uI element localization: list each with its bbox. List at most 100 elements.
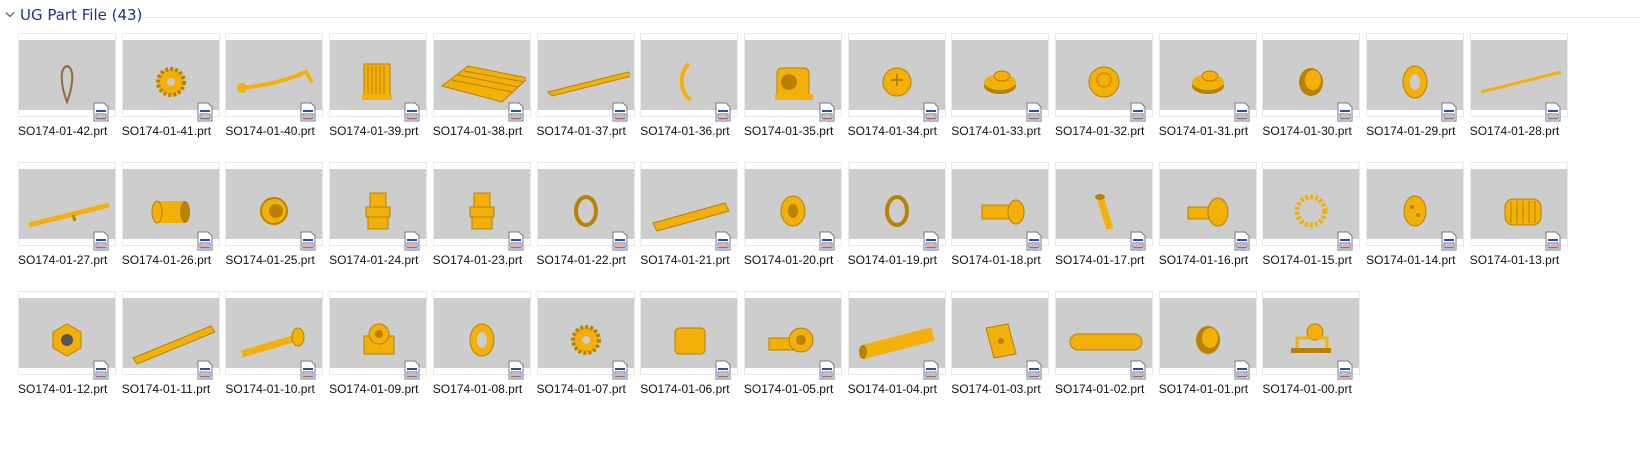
file-item[interactable]: SO174-01-00.prt <box>1262 292 1362 412</box>
ug-file-icon <box>612 231 627 251</box>
ug-file-icon <box>1026 231 1042 251</box>
file-item[interactable]: SO174-01-33.prt <box>951 34 1051 154</box>
file-name: SO174-01-26.prt <box>121 253 212 267</box>
file-item[interactable]: SO174-01-29.prt <box>1366 34 1466 154</box>
part-preview <box>1470 40 1567 110</box>
file-item[interactable]: SO174-01-23.prt <box>433 163 533 283</box>
ug-file-icon <box>923 231 939 251</box>
part-preview <box>1159 169 1256 239</box>
file-name: SO174-01-23.prt <box>432 253 523 267</box>
file-thumbnail <box>330 34 427 122</box>
file-item[interactable]: SO174-01-01.prt <box>1159 292 1259 412</box>
ug-file-icon <box>1234 360 1250 380</box>
ug-file-icon <box>1441 231 1457 251</box>
file-item[interactable]: SO174-01-15.prt <box>1262 163 1362 283</box>
file-name: SO174-01-22.prt <box>536 253 626 267</box>
file-item[interactable]: SO174-01-13.prt <box>1470 163 1570 283</box>
part-preview <box>744 298 841 368</box>
file-name: SO174-01-25.prt <box>225 253 315 267</box>
file-name: SO174-01-36.prt <box>640 124 730 138</box>
ug-file-icon <box>612 102 627 122</box>
file-item[interactable]: SO174-01-28.prt <box>1470 34 1570 154</box>
file-item[interactable]: SO174-01-11.prt <box>122 292 222 412</box>
file-item[interactable]: SO174-01-05.prt <box>744 292 844 412</box>
file-name: SO174-01-08.prt <box>432 382 523 396</box>
part-preview <box>744 40 841 110</box>
file-item[interactable]: SO174-01-36.prt <box>640 34 740 154</box>
part-preview <box>744 169 841 239</box>
ug-file-icon <box>1441 102 1457 122</box>
part-preview <box>952 298 1049 368</box>
file-item[interactable]: SO174-01-22.prt <box>537 163 637 283</box>
part-preview <box>19 40 115 110</box>
part-preview <box>537 40 634 110</box>
file-item[interactable]: SO174-01-16.prt <box>1159 163 1259 283</box>
part-preview <box>641 169 738 239</box>
file-item[interactable]: SO174-01-40.prt <box>225 34 325 154</box>
file-name: SO174-01-03.prt <box>951 382 1041 396</box>
file-item[interactable]: SO174-01-19.prt <box>848 163 948 283</box>
file-item[interactable]: SO174-01-10.prt <box>225 292 325 412</box>
file-name: SO174-01-00.prt <box>1262 382 1352 396</box>
ug-file-icon <box>508 231 524 251</box>
part-preview <box>433 169 530 239</box>
file-item[interactable]: SO174-01-34.prt <box>848 34 948 154</box>
file-item[interactable]: SO174-01-41.prt <box>122 34 222 154</box>
file-thumbnail <box>952 163 1049 251</box>
part-preview <box>1367 40 1464 110</box>
file-item[interactable]: SO174-01-26.prt <box>122 163 222 283</box>
part-preview <box>226 169 323 239</box>
file-item[interactable]: SO174-01-17.prt <box>1055 163 1155 283</box>
file-thumbnail <box>1367 34 1464 122</box>
file-item[interactable]: SO174-01-27.prt <box>18 163 118 283</box>
file-name: SO174-01-30.prt <box>1262 124 1352 138</box>
file-item[interactable]: SO174-01-06.prt <box>640 292 740 412</box>
ug-file-icon <box>508 360 524 380</box>
file-item[interactable]: SO174-01-04.prt <box>848 292 948 412</box>
file-name: SO174-01-06.prt <box>640 382 730 396</box>
file-item[interactable]: SO174-01-38.prt <box>433 34 533 154</box>
file-item[interactable]: SO174-01-31.prt <box>1159 34 1259 154</box>
file-thumbnail <box>1367 163 1464 251</box>
file-item[interactable]: SO174-01-20.prt <box>744 163 844 283</box>
ug-file-icon <box>923 360 939 380</box>
file-item[interactable]: SO174-01-32.prt <box>1055 34 1155 154</box>
file-item[interactable]: SO174-01-35.prt <box>744 34 844 154</box>
file-item[interactable]: SO174-01-30.prt <box>1262 34 1362 154</box>
file-name: SO174-01-39.prt <box>329 124 419 138</box>
file-item[interactable]: SO174-01-14.prt <box>1366 163 1466 283</box>
file-name: SO174-01-15.prt <box>1262 253 1352 267</box>
part-preview <box>226 40 323 110</box>
file-name: SO174-01-33.prt <box>951 124 1041 138</box>
file-item[interactable]: SO174-01-08.prt <box>433 292 533 412</box>
file-item[interactable]: SO174-01-18.prt <box>951 163 1051 283</box>
file-thumbnail <box>19 163 115 251</box>
file-grid: SO174-01-42.prt SO174-01-41.prt SO174-01-4… <box>0 0 1648 460</box>
part-preview <box>122 40 219 110</box>
file-item[interactable]: SO174-01-21.prt <box>640 163 740 283</box>
part-preview <box>641 298 738 368</box>
ug-file-icon <box>1130 360 1146 380</box>
part-preview <box>433 298 530 368</box>
ug-file-icon <box>93 231 109 251</box>
file-item[interactable]: SO174-01-09.prt <box>329 292 429 412</box>
file-item[interactable]: SO174-01-24.prt <box>329 163 429 283</box>
file-name: SO174-01-27.prt <box>18 253 108 267</box>
part-preview <box>848 40 945 110</box>
file-item[interactable]: SO174-01-42.prt <box>18 34 118 154</box>
file-item[interactable]: SO174-01-02.prt <box>1055 292 1155 412</box>
file-thumbnail <box>330 292 427 380</box>
file-thumbnail <box>1159 163 1256 251</box>
file-item[interactable]: SO174-01-39.prt <box>329 34 429 154</box>
file-item[interactable]: SO174-01-07.prt <box>537 292 637 412</box>
file-item[interactable]: SO174-01-12.prt <box>18 292 118 412</box>
file-item[interactable]: SO174-01-03.prt <box>951 292 1051 412</box>
file-name: SO174-01-17.prt <box>1055 253 1145 267</box>
file-item[interactable]: SO174-01-37.prt <box>537 34 637 154</box>
file-thumbnail <box>848 292 945 380</box>
file-item[interactable]: SO174-01-25.prt <box>225 163 325 283</box>
part-preview <box>19 298 115 368</box>
file-name: SO174-01-12.prt <box>18 382 108 396</box>
ug-file-icon <box>923 102 939 122</box>
part-preview <box>537 298 634 368</box>
